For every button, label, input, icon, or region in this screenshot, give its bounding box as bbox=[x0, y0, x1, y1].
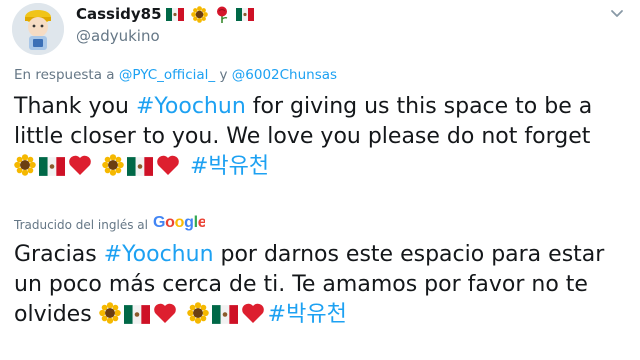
heart-icon bbox=[68, 154, 92, 176]
hashtag-link[interactable]: #박유천 bbox=[190, 154, 269, 179]
reply-context: En respuesta a @PYC_official_ y @6002Chu… bbox=[14, 67, 337, 83]
sunflower-icon bbox=[186, 302, 209, 324]
tweet-text-part: Thank you bbox=[14, 94, 136, 119]
display-name[interactable]: Cassidy85 bbox=[76, 5, 162, 23]
avatar[interactable] bbox=[12, 3, 64, 55]
heart-icon bbox=[241, 302, 265, 324]
hashtag-link[interactable]: #박유천 bbox=[268, 302, 347, 327]
hashtag-link[interactable]: #Yoochun bbox=[136, 94, 246, 119]
mention-link[interactable]: @6002Chunsas bbox=[232, 67, 337, 83]
translation-label: Traducido del inglés al Google bbox=[14, 213, 207, 236]
translated-text-part: Gracias bbox=[14, 242, 104, 267]
mention-link[interactable]: @PYC_official_ bbox=[119, 67, 215, 83]
flag-mexico-icon bbox=[123, 305, 150, 324]
google-logo[interactable]: Google bbox=[153, 213, 207, 236]
flag-mexico-icon bbox=[211, 305, 238, 324]
translation-label-text: Traducido del inglés al bbox=[14, 217, 148, 232]
rose-icon bbox=[215, 6, 229, 23]
flag-mexico-icon bbox=[165, 7, 184, 21]
flag-mexico-icon bbox=[127, 157, 153, 176]
name-row: Cassidy85 bbox=[76, 5, 257, 23]
svg-text:Google: Google bbox=[153, 214, 205, 231]
flag-mexico-icon bbox=[235, 7, 254, 21]
sunflower-icon bbox=[190, 5, 208, 23]
heart-icon bbox=[156, 154, 180, 176]
flag-mexico-icon bbox=[39, 157, 65, 176]
avatar-image bbox=[12, 3, 64, 55]
heart-icon bbox=[153, 302, 177, 324]
user-handle[interactable]: @adyukino bbox=[76, 27, 160, 45]
sunflower-icon bbox=[102, 154, 124, 176]
translated-text: Gracias #Yoochun por darnos este espacio… bbox=[14, 240, 630, 330]
tweet-text: Thank you #Yoochun for giving us this sp… bbox=[14, 92, 630, 182]
reply-connector: y bbox=[219, 67, 228, 83]
hashtag-link[interactable]: #Yoochun bbox=[104, 242, 214, 267]
google-logo-icon: Google bbox=[153, 214, 207, 231]
sunflower-icon bbox=[98, 302, 121, 324]
sunflower-icon bbox=[14, 154, 36, 176]
reply-prefix: En respuesta a bbox=[14, 67, 115, 83]
chevron-down-icon[interactable] bbox=[608, 6, 626, 20]
